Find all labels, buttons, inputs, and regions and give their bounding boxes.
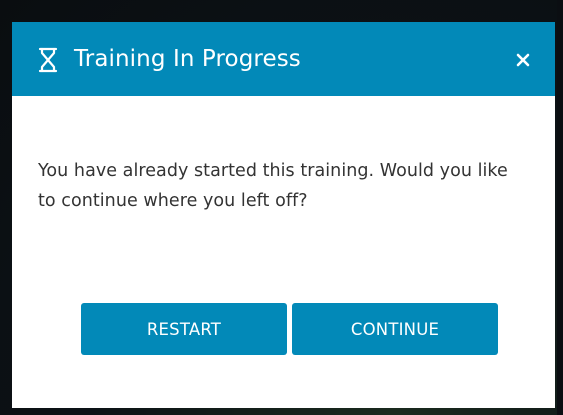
dialog-message: You have already started this training. … — [38, 161, 508, 211]
continue-button[interactable]: CONTINUE — [292, 303, 498, 355]
training-in-progress-dialog: Training In Progress You have already st… — [12, 22, 555, 408]
hourglass-icon — [38, 47, 58, 73]
dialog-title: Training In Progress — [74, 46, 301, 72]
close-icon — [516, 53, 530, 67]
restart-button[interactable]: RESTART — [81, 303, 287, 355]
dialog-header: Training In Progress — [12, 22, 555, 96]
close-button[interactable] — [507, 44, 539, 76]
backdrop-edge — [557, 0, 563, 415]
